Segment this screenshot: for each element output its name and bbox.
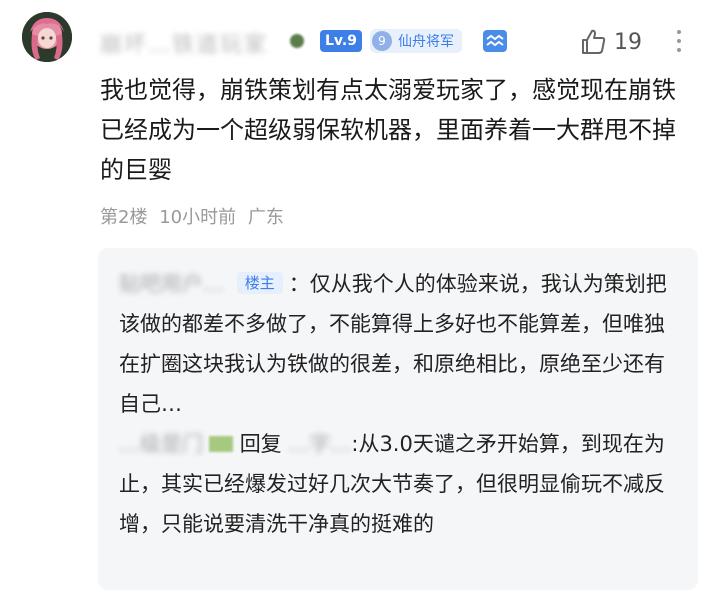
like-count: 19 [614,29,642,55]
level-badge: Lv.9 [320,30,362,52]
reply-author[interactable]: 贴吧用户… [119,264,224,304]
aquarius-icon [483,30,507,52]
more-options-icon[interactable] [677,30,681,57]
reply-item[interactable]: 贴吧用户… 楼主 ：仅从我个人的体验来说，我认为策划把该做的都差不多做了，不能算得… [119,264,679,424]
like-button[interactable]: 19 [578,27,642,57]
reply-keyword: 回复 [239,432,282,456]
floor-number: 第2楼 [100,207,148,228]
post-time: 10小时前 [159,207,237,228]
title-badge-number: 9 [372,31,392,51]
title-badge-label: 仙舟将军 [398,34,454,50]
title-badge: 9 仙舟将军 [370,29,462,53]
user-badge-icon [290,34,304,48]
comment-meta: 第2楼 10小时前 广东 [100,203,290,229]
user-badge-icon [209,436,233,452]
reply-item[interactable]: …级是门 回复 …字…:从3.0天谴之矛开始算，到现在为止，其实已经爆发过好几次… [119,424,679,544]
avatar[interactable] [22,12,72,62]
thumbs-up-icon [582,29,606,54]
reply-target[interactable]: …字… [288,424,351,464]
username[interactable]: 崩坏…铁道玩家 [100,27,268,59]
reply-author[interactable]: …级是门 [119,424,203,464]
reply-list[interactable]: 贴吧用户… 楼主 ：仅从我个人的体验来说，我认为策划把该做的都差不多做了，不能算得… [98,248,698,590]
location: 广东 [247,207,284,228]
comment-content: 我也觉得，崩铁策划有点太溺爱玩家了，感觉现在崩铁已经成为一个超级弱保软机器，里面… [100,76,676,184]
owner-tag: 楼主 [236,272,283,294]
